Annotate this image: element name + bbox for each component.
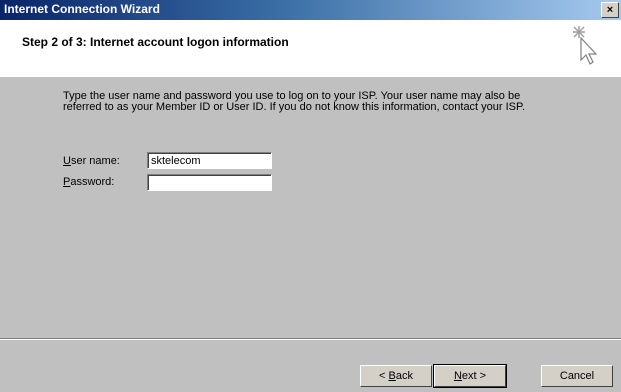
- back-button[interactable]: < Back: [360, 365, 432, 387]
- window-title: Internet Connection Wizard: [4, 2, 160, 16]
- instructions-text: Type the user name and password you use …: [63, 90, 525, 113]
- username-label-rest: ser name:: [70, 155, 120, 167]
- title-bar[interactable]: Internet Connection Wizard ×: [0, 0, 621, 20]
- back-rest: ack: [395, 370, 413, 382]
- next-mnemonic: N: [453, 370, 462, 382]
- password-label: Password:: [63, 176, 114, 188]
- wizard-icon: [573, 26, 598, 65]
- username-label-mnemonic: U: [63, 155, 71, 167]
- wizard-window: Internet Connection Wizard × Step 2 of 3…: [0, 0, 621, 392]
- close-button[interactable]: ×: [601, 2, 619, 18]
- next-rest: ext >: [461, 370, 487, 382]
- cancel-button[interactable]: Cancel: [541, 365, 613, 387]
- password-field[interactable]: [147, 174, 272, 191]
- username-label: User name:: [63, 155, 120, 167]
- next-button[interactable]: Next >: [433, 364, 507, 388]
- back-prefix: <: [379, 370, 389, 382]
- password-label-rest: assword:: [70, 176, 115, 188]
- footer-divider-highlight: [0, 339, 621, 340]
- wizard-body: Type the user name and password you use …: [0, 77, 621, 338]
- wizard-header: Step 2 of 3: Internet account logon info…: [0, 20, 621, 77]
- page-title: Step 2 of 3: Internet account logon info…: [22, 35, 289, 49]
- username-field[interactable]: sktelecom: [147, 152, 272, 169]
- back-mnemonic: B: [388, 370, 396, 382]
